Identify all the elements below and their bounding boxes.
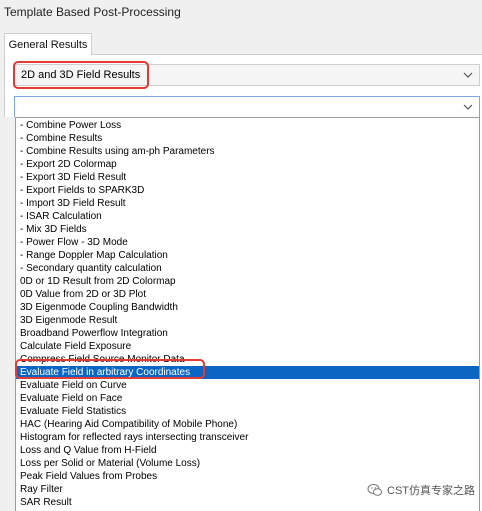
template-combo[interactable] <box>14 96 480 118</box>
list-item[interactable]: Calculate Field Exposure <box>16 340 479 353</box>
watermark-text: CST仿真专家之路 <box>387 485 475 497</box>
window-title: Template Based Post-Processing <box>4 5 181 19</box>
list-item[interactable]: HAC (Hearing Aid Compatibility of Mobile… <box>16 418 479 431</box>
wechat-icon <box>367 484 382 496</box>
list-item[interactable]: 3D Eigenmode Result <box>16 314 479 327</box>
chevron-down-icon[interactable] <box>463 65 473 85</box>
list-item[interactable]: 3D Eigenmode Coupling Bandwidth <box>16 301 479 314</box>
list-item[interactable]: Broadband Powerflow Integration <box>16 327 479 340</box>
list-item[interactable]: Loss per Solid or Material (Volume Loss) <box>16 457 479 470</box>
list-item[interactable]: - Range Doppler Map Calculation <box>16 249 479 262</box>
list-item[interactable]: - Export 3D Field Result <box>16 171 479 184</box>
list-item[interactable]: Loss and Q Value from H-Field <box>16 444 479 457</box>
list-item[interactable]: - Secondary quantity calculation <box>16 262 479 275</box>
list-item[interactable]: - Mix 3D Fields <box>16 223 479 236</box>
list-item[interactable]: Evaluate Field Statistics <box>16 405 479 418</box>
template-dropdown-list[interactable]: - Combine Power Loss - Combine Results - C… <box>15 117 480 511</box>
list-item[interactable]: - Export Fields to SPARK3D <box>16 184 479 197</box>
chevron-down-icon[interactable] <box>463 97 473 117</box>
highlight-box-category <box>13 61 149 89</box>
list-item[interactable]: - Combine Results using am-ph Parameters <box>16 145 479 158</box>
highlight-box-selected-item <box>15 359 205 379</box>
list-item[interactable]: Evaluate Field on Curve <box>16 379 479 392</box>
list-item[interactable]: - ISAR Calculation <box>16 210 479 223</box>
list-item[interactable]: - Export 2D Colormap <box>16 158 479 171</box>
list-item[interactable]: Histogram for reflected rays intersectin… <box>16 431 479 444</box>
list-item[interactable]: 0D Value from 2D or 3D Plot <box>16 288 479 301</box>
list-item[interactable]: - Combine Results <box>16 132 479 145</box>
tab-general-results[interactable]: General Results <box>4 33 92 55</box>
list-item[interactable]: Evaluate Field on Face <box>16 392 479 405</box>
left-gutter <box>0 117 15 511</box>
list-item[interactable]: - Import 3D Field Result <box>16 197 479 210</box>
watermark: CST仿真专家之路 <box>365 481 477 499</box>
list-item[interactable]: - Combine Power Loss <box>16 119 479 132</box>
list-item[interactable]: 0D or 1D Result from 2D Colormap <box>16 275 479 288</box>
list-item[interactable]: - Power Flow - 3D Mode <box>16 236 479 249</box>
